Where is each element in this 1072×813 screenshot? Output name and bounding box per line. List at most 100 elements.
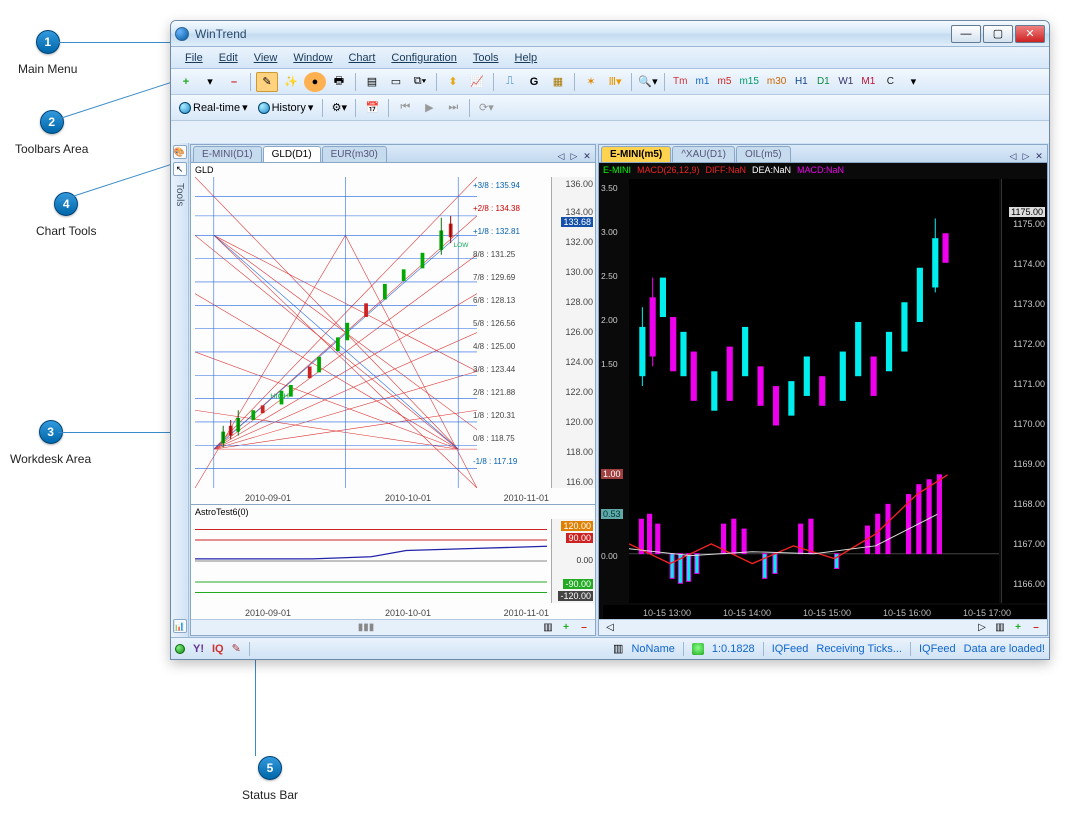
tf-W1[interactable]: W1: [835, 73, 856, 91]
menu-file[interactable]: File: [177, 50, 211, 66]
right-tabs: E-MINI(m5) ^XAU(D1) OIL(m5) ◁ ▷ ✕: [599, 145, 1047, 163]
murrey-m1: -1/8 : 117.19: [473, 457, 517, 466]
status-rate: 1:0.1828: [712, 643, 755, 655]
titlebar[interactable]: WinTrend — ▢ ✕: [171, 21, 1049, 47]
window-icon[interactable]: ▭: [385, 72, 407, 92]
tf-M1[interactable]: M1: [858, 73, 878, 91]
close-button[interactable]: ✕: [1015, 25, 1045, 43]
layout-icon[interactable]: ⧉▾: [409, 72, 431, 92]
menu-help[interactable]: Help: [507, 50, 546, 66]
tab-close-icon[interactable]: ✕: [581, 150, 593, 162]
ind-tag: 90.00: [566, 533, 593, 543]
tab-emini-m5[interactable]: E-MINI(m5): [601, 146, 671, 162]
tab-eur-m30[interactable]: EUR(m30): [322, 146, 387, 162]
iqfeed-icon[interactable]: IQ: [212, 643, 224, 655]
yahoo-icon[interactable]: Y!: [193, 643, 204, 655]
tf-Tm[interactable]: Tm: [670, 73, 690, 91]
tf-D1[interactable]: D1: [813, 73, 833, 91]
callout-5-label: Status Bar: [242, 788, 298, 802]
tab-prev-icon[interactable]: ◁: [555, 150, 567, 162]
refresh-icon[interactable]: ⟳▾: [475, 98, 497, 118]
tf-m1[interactable]: m1: [692, 73, 712, 91]
menu-edit[interactable]: Edit: [211, 50, 246, 66]
toolbar-secondary: Real-time▾ History▾ ⚙▾ 📅 ⏮ ▶ ⏭ ⟳▾: [171, 95, 1049, 121]
tf-m5[interactable]: m5: [714, 73, 734, 91]
tab-next-icon[interactable]: ▷: [1020, 150, 1032, 162]
footer-next-icon[interactable]: ▷: [975, 622, 989, 634]
trend-icon[interactable]: 📈: [466, 72, 488, 92]
calendar-icon[interactable]: 📅: [361, 98, 383, 118]
tf-m15[interactable]: m15: [736, 73, 761, 91]
maximize-button[interactable]: ▢: [983, 25, 1013, 43]
sphere-icon[interactable]: ●: [304, 72, 326, 92]
footer-plus-icon[interactable]: +: [1011, 622, 1025, 634]
menu-chart[interactable]: Chart: [340, 50, 383, 66]
astro-svg[interactable]: [195, 519, 547, 603]
tb-icon-a[interactable]: ⎍: [499, 72, 521, 92]
play-fwd-icon[interactable]: ⏭: [442, 98, 464, 118]
axis-tick: 118.00: [566, 447, 593, 457]
cursor-icon[interactable]: ⬍: [442, 72, 464, 92]
menu-configuration[interactable]: Configuration: [383, 50, 464, 66]
r-macd2-label: MACD:NaN: [797, 165, 844, 175]
footer-page-icon[interactable]: ▥: [541, 622, 555, 634]
print-icon[interactable]: 🖶: [328, 72, 350, 92]
footer-prev-icon[interactable]: ◁: [603, 622, 617, 634]
tab-xau-d1[interactable]: ^XAU(D1): [672, 146, 735, 162]
menu-tools[interactable]: Tools: [465, 50, 507, 66]
play-back-icon[interactable]: ⏮: [394, 98, 416, 118]
chart-symbol-label: GLD: [195, 165, 214, 175]
price-tag: 133.68: [561, 217, 593, 227]
footer-plus-icon[interactable]: +: [559, 622, 573, 634]
tb-g-icon[interactable]: G: [523, 72, 545, 92]
tf-H1[interactable]: H1: [791, 73, 811, 91]
axis-tick: 1170.00: [1013, 419, 1045, 429]
list-icon[interactable]: ▤: [361, 72, 383, 92]
rail-pointer-icon[interactable]: ↖: [173, 162, 187, 176]
minimize-button[interactable]: —: [951, 25, 981, 43]
emini-chart-svg[interactable]: [629, 179, 999, 603]
dropdown-icon[interactable]: ▾: [199, 72, 221, 92]
axis-tick: 1166.00: [1013, 579, 1045, 589]
tab-oil-m5[interactable]: OIL(m5): [736, 146, 791, 162]
tb-icon-b[interactable]: ▦: [547, 72, 569, 92]
settings-icon[interactable]: ⚙▾: [328, 98, 350, 118]
menu-window[interactable]: Window: [285, 50, 340, 66]
add-icon[interactable]: +: [175, 72, 197, 92]
murrey-2: 2/8 : 121.88: [473, 388, 515, 397]
history-dropdown[interactable]: History▾: [254, 101, 318, 114]
tf-m30[interactable]: m30: [764, 73, 789, 91]
axis-tick: 132.00: [565, 237, 593, 247]
axis-tick: 122.00: [565, 387, 593, 397]
zoom-icon[interactable]: 🔍▾: [637, 72, 659, 92]
rail-chart-icon[interactable]: 📊: [173, 619, 187, 633]
doc-icon[interactable]: ▥: [613, 642, 623, 655]
r-macd-label: MACD(26,12,9): [637, 165, 700, 175]
tab-prev-icon[interactable]: ◁: [1007, 150, 1019, 162]
tf-C[interactable]: C: [880, 73, 900, 91]
realtime-dropdown[interactable]: Real-time▾: [175, 101, 252, 114]
play-icon[interactable]: ▶: [418, 98, 440, 118]
r-sym-label: E-MINI: [603, 165, 631, 175]
x-tick: 2010-09-01: [245, 608, 291, 618]
rail-color-icon[interactable]: 🎨: [173, 145, 187, 159]
tab-next-icon[interactable]: ▷: [568, 150, 580, 162]
tab-emini-d1[interactable]: E-MINI(D1): [193, 146, 262, 162]
x-tick: 2010-11-01: [504, 493, 549, 503]
tb-ind1-icon[interactable]: ✶: [580, 72, 602, 92]
footer-minus-icon[interactable]: –: [1029, 622, 1043, 634]
gld-chart-svg[interactable]: HIGH LOW: [195, 177, 477, 488]
chart-wizard-icon[interactable]: ✎: [256, 72, 278, 92]
magic-icon[interactable]: ✨: [280, 72, 302, 92]
left-chart-footer: ▮▮▮ ▥ + –: [191, 619, 595, 635]
brush-icon[interactable]: ✎: [232, 642, 241, 655]
tb-ind2-icon[interactable]: Ⅲ▾: [604, 72, 626, 92]
remove-icon[interactable]: –: [223, 72, 245, 92]
menu-view[interactable]: View: [246, 50, 286, 66]
tf-drop-icon[interactable]: ▾: [902, 72, 924, 92]
osc-tick: 3.00: [601, 227, 618, 237]
footer-minus-icon[interactable]: –: [577, 622, 591, 634]
tab-gld-d1[interactable]: GLD(D1): [263, 146, 321, 162]
tab-close-icon[interactable]: ✕: [1033, 150, 1045, 162]
footer-page-icon[interactable]: ▥: [993, 622, 1007, 634]
